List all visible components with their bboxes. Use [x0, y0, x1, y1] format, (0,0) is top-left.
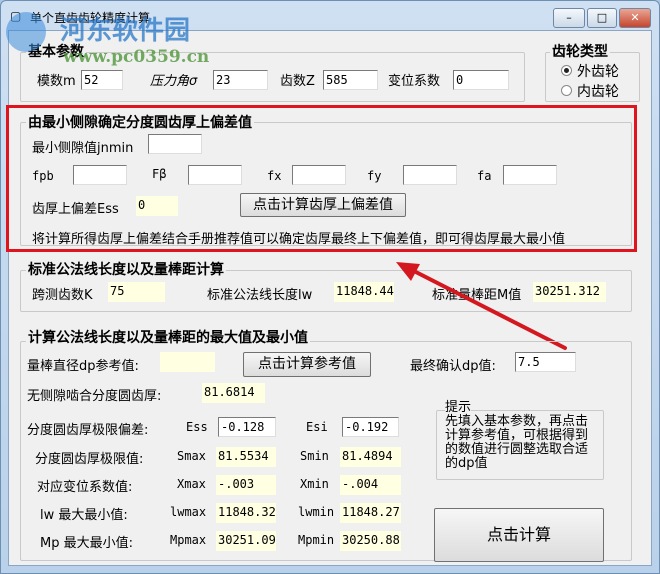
lwmin-label: lwmin: [298, 505, 335, 519]
thickness-label: 无侧隙啮合分度圆齿厚:: [27, 389, 162, 404]
mpmax-label: Mpmax: [170, 533, 207, 547]
dp-ref-label: 量棒直径dp参考值:: [27, 359, 139, 374]
hint-legend: 提示: [445, 400, 472, 415]
mpmax-value: 30251.096: [216, 531, 276, 551]
ess2-label: Ess: [186, 420, 208, 434]
xmax-value: -.003: [216, 475, 276, 495]
dp-final-input[interactable]: 7.5: [515, 352, 576, 372]
lw-minmax-label: lw 最大最小值:: [40, 508, 128, 523]
dp-ref-value: [160, 352, 215, 372]
dp-final-label: 最终确认dp值:: [410, 359, 496, 374]
lwmax-value: 11848.329: [216, 503, 276, 523]
xmin-value: -.004: [340, 475, 401, 495]
ess2-input[interactable]: -0.128: [218, 417, 276, 437]
smax-label: Smax: [177, 449, 206, 463]
esi-input[interactable]: -0.192: [342, 417, 399, 437]
dev-label: 分度圆齿厚极限偏差:: [27, 423, 149, 438]
mpmin-label: Mpmin: [298, 533, 335, 547]
s-label: 分度圆齿厚极限值:: [35, 452, 144, 467]
calc-legend: 计算公法线长度以及量棒距的最大值及最小值: [26, 327, 310, 347]
smin-label: Smin: [300, 449, 329, 463]
esi-label: Esi: [306, 420, 328, 434]
mpmin-value: 30250.88: [340, 531, 401, 551]
smin-value: 81.4894: [340, 447, 401, 467]
mp-minmax-label: Mp 最大最小值:: [40, 536, 133, 551]
hint-text: 先填入基本参数，再点击计算参考值，可根据得到的数值进行圆整选取合适的dp值: [445, 414, 589, 471]
xmin-label: Xmin: [300, 477, 329, 491]
thickness-value: 81.6814: [202, 383, 265, 403]
lwmin-value: 11848.27: [340, 503, 401, 523]
x-label: 对应变位系数值:: [37, 480, 133, 495]
calc-button[interactable]: 点击计算: [434, 508, 604, 562]
lwmax-label: lwmax: [170, 505, 207, 519]
calc-dp-ref-button[interactable]: 点击计算参考值: [243, 352, 371, 377]
xmax-label: Xmax: [177, 477, 206, 491]
smax-value: 81.5534: [216, 447, 276, 467]
